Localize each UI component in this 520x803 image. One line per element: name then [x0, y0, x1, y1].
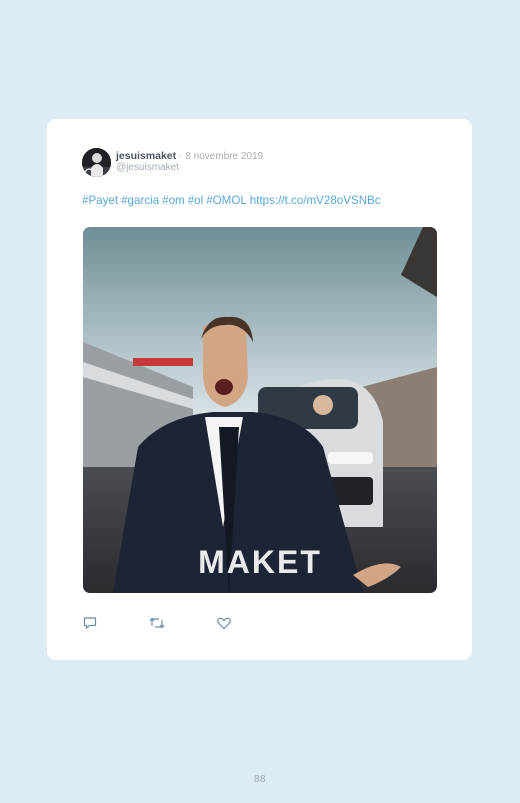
page-number: 88 [253, 774, 267, 785]
media-image: MAKET [83, 227, 437, 593]
tweet-actions [82, 615, 282, 631]
separator: · [179, 151, 183, 162]
retweet-icon[interactable] [149, 615, 165, 631]
tweet-media[interactable]: MAKET [83, 227, 437, 593]
tweet-date[interactable]: 8 novembre 2019 [185, 151, 263, 162]
hashtag-garcia[interactable]: #garcia [121, 194, 159, 207]
avatar-image [82, 148, 111, 177]
tweet-card: jesuismaket · 8 novembre 2019 @jesuismak… [47, 119, 472, 660]
hashtag-ol[interactable]: #ol [188, 194, 203, 207]
hashtag-payet[interactable]: #Payet [82, 194, 118, 207]
hashtag-omol[interactable]: #OMOL [206, 194, 247, 207]
tweet-text: #Payet #garcia #om #ol #OMOL https://t.co/mV2… [82, 194, 384, 207]
like-icon[interactable] [216, 615, 232, 631]
author-name[interactable]: jesuismaket [116, 150, 176, 162]
media-watermark: MAKET [198, 544, 322, 580]
author-line: jesuismaket · 8 novembre 2019 [116, 150, 263, 162]
tweet-link[interactable]: https://t.co/mV28oVSNBc [250, 194, 381, 207]
hashtag-om[interactable]: #om [162, 194, 185, 207]
avatar[interactable] [82, 148, 111, 177]
reply-icon[interactable] [82, 615, 98, 631]
author-handle[interactable]: @jesuismaket [116, 162, 179, 173]
